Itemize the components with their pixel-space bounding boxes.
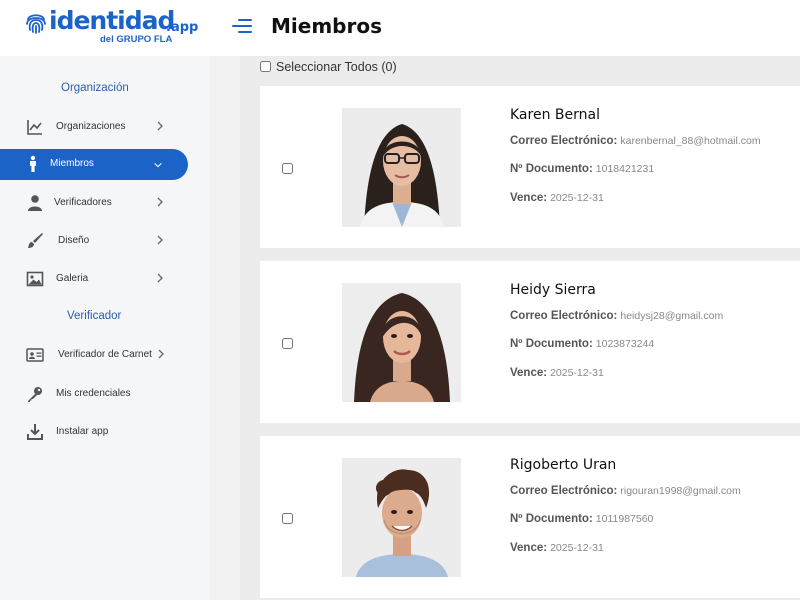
brand-tagline: del GRUPO FLA [100, 34, 173, 45]
members-main: Seleccionar Todos (0) Karen Bernal Corre… [240, 56, 800, 600]
sidebar-item-label: Mis credenciales [56, 388, 131, 399]
brand-name: identidad [49, 6, 175, 35]
member-photo [342, 283, 461, 402]
expires-label: Vence: [510, 367, 548, 379]
sidebar-item-label: Instalar app [56, 426, 109, 437]
member-email-row: Correo Electrónico: karenbernal_88@hotmai… [510, 135, 761, 147]
chevron-down-icon [154, 162, 162, 168]
hamburger-menu-icon[interactable] [232, 17, 252, 35]
chevron-right-icon [157, 121, 163, 131]
sidebar-item-organizaciones[interactable]: Organizaciones [0, 112, 188, 142]
member-expires: 2025-12-31 [550, 542, 604, 554]
member-email-row: Correo Electrónico: rigouran1998@gmail.co… [510, 485, 741, 497]
member-email: rigouran1998@gmail.com [620, 485, 741, 497]
section-title-verificador: Verificador [67, 310, 122, 322]
member-expires-row: Vence: 2025-12-31 [510, 192, 604, 204]
key-icon [28, 387, 42, 402]
member-document-row: Nº Documento: 1018421231 [510, 163, 654, 175]
expires-label: Vence: [510, 542, 548, 554]
member-document-row: Nº Documento: 1011987560 [510, 513, 653, 525]
sidebar-item-label: Galeria [56, 273, 89, 284]
member-name: Rigoberto Uran [510, 457, 617, 473]
document-label: Nº Documento: [510, 163, 593, 175]
sidebar-divider [210, 56, 240, 600]
sidebar-item-verificadores[interactable]: Verificadores [0, 188, 188, 218]
member-photo [342, 458, 461, 577]
image-icon [26, 271, 44, 287]
top-header: identidad .app del GRUPO FLA Miembros [0, 0, 800, 56]
member-photo [342, 108, 461, 227]
member-email: heidysj28@gmail.com [620, 310, 724, 322]
email-label: Correo Electrónico: [510, 485, 618, 497]
brand-suffix: .app [166, 20, 199, 35]
sidebar-item-mis-credenciales[interactable]: Mis credenciales [0, 379, 188, 409]
brand-logo[interactable]: identidad .app del GRUPO FLA [24, 6, 199, 48]
member-expires: 2025-12-31 [550, 367, 604, 379]
member-expires-row: Vence: 2025-12-31 [510, 367, 604, 379]
email-label: Correo Electrónico: [510, 135, 618, 147]
document-label: Nº Documento: [510, 338, 593, 350]
member-name: Karen Bernal [510, 107, 600, 123]
user-icon [28, 195, 42, 211]
sidebar-item-label: Diseño [58, 235, 90, 246]
sidebar-item-label: Verificadores [54, 197, 112, 208]
member-email-row: Correo Electrónico: heidysj28@gmail.com [510, 310, 723, 322]
member-select-checkbox[interactable] [282, 513, 293, 524]
member-select-checkbox[interactable] [282, 338, 293, 349]
fingerprint-icon [26, 14, 46, 34]
sidebar-item-verificador-de-carnet[interactable]: Verificador de Carnet [0, 340, 188, 370]
sidebar-item-label: Verificador de Carnet [58, 349, 152, 360]
member-document-row: Nº Documento: 1023873244 [510, 338, 654, 350]
member-document: 1011987560 [595, 513, 654, 525]
document-label: Nº Documento: [510, 513, 593, 525]
chevron-right-icon [158, 349, 164, 359]
email-label: Correo Electrónico: [510, 310, 618, 322]
id-card-icon [26, 348, 44, 362]
member-expires: 2025-12-31 [550, 192, 604, 204]
person-icon [30, 155, 36, 172]
member-document: 1023873244 [595, 338, 655, 350]
select-all-label: Seleccionar Todos (0) [276, 60, 397, 74]
sidebar: Organización Organizaciones Miembros Ver… [0, 56, 210, 600]
member-card: Rigoberto Uran Correo Electrónico: rigour… [260, 436, 800, 598]
chevron-right-icon [157, 235, 163, 245]
member-select-checkbox[interactable] [282, 163, 293, 174]
member-document: 1018421231 [595, 163, 655, 175]
sidebar-item-label: Organizaciones [56, 121, 126, 132]
member-name: Heidy Sierra [510, 282, 596, 298]
sidebar-item-diseno[interactable]: Diseño [0, 226, 188, 256]
chart-line-icon [27, 120, 42, 135]
sidebar-item-label: Miembros [50, 158, 94, 169]
chevron-right-icon [157, 197, 163, 207]
page-title: Miembros [271, 14, 382, 38]
member-email: karenbernal_88@hotmail.com [620, 135, 761, 147]
section-title-organizacion: Organización [61, 82, 129, 94]
brush-icon [28, 233, 43, 248]
download-icon [27, 424, 43, 440]
member-card: Karen Bernal Correo Electrónico: karenber… [260, 86, 800, 248]
expires-label: Vence: [510, 192, 548, 204]
member-expires-row: Vence: 2025-12-31 [510, 542, 604, 554]
sidebar-item-instalar-app[interactable]: Instalar app [0, 417, 188, 447]
member-card: Heidy Sierra Correo Electrónico: heidysj2… [260, 261, 800, 423]
sidebar-item-galeria[interactable]: Galeria [0, 264, 188, 294]
sidebar-item-miembros[interactable]: Miembros [0, 149, 188, 180]
select-all-checkbox[interactable] [260, 61, 271, 72]
chevron-right-icon [157, 273, 163, 283]
